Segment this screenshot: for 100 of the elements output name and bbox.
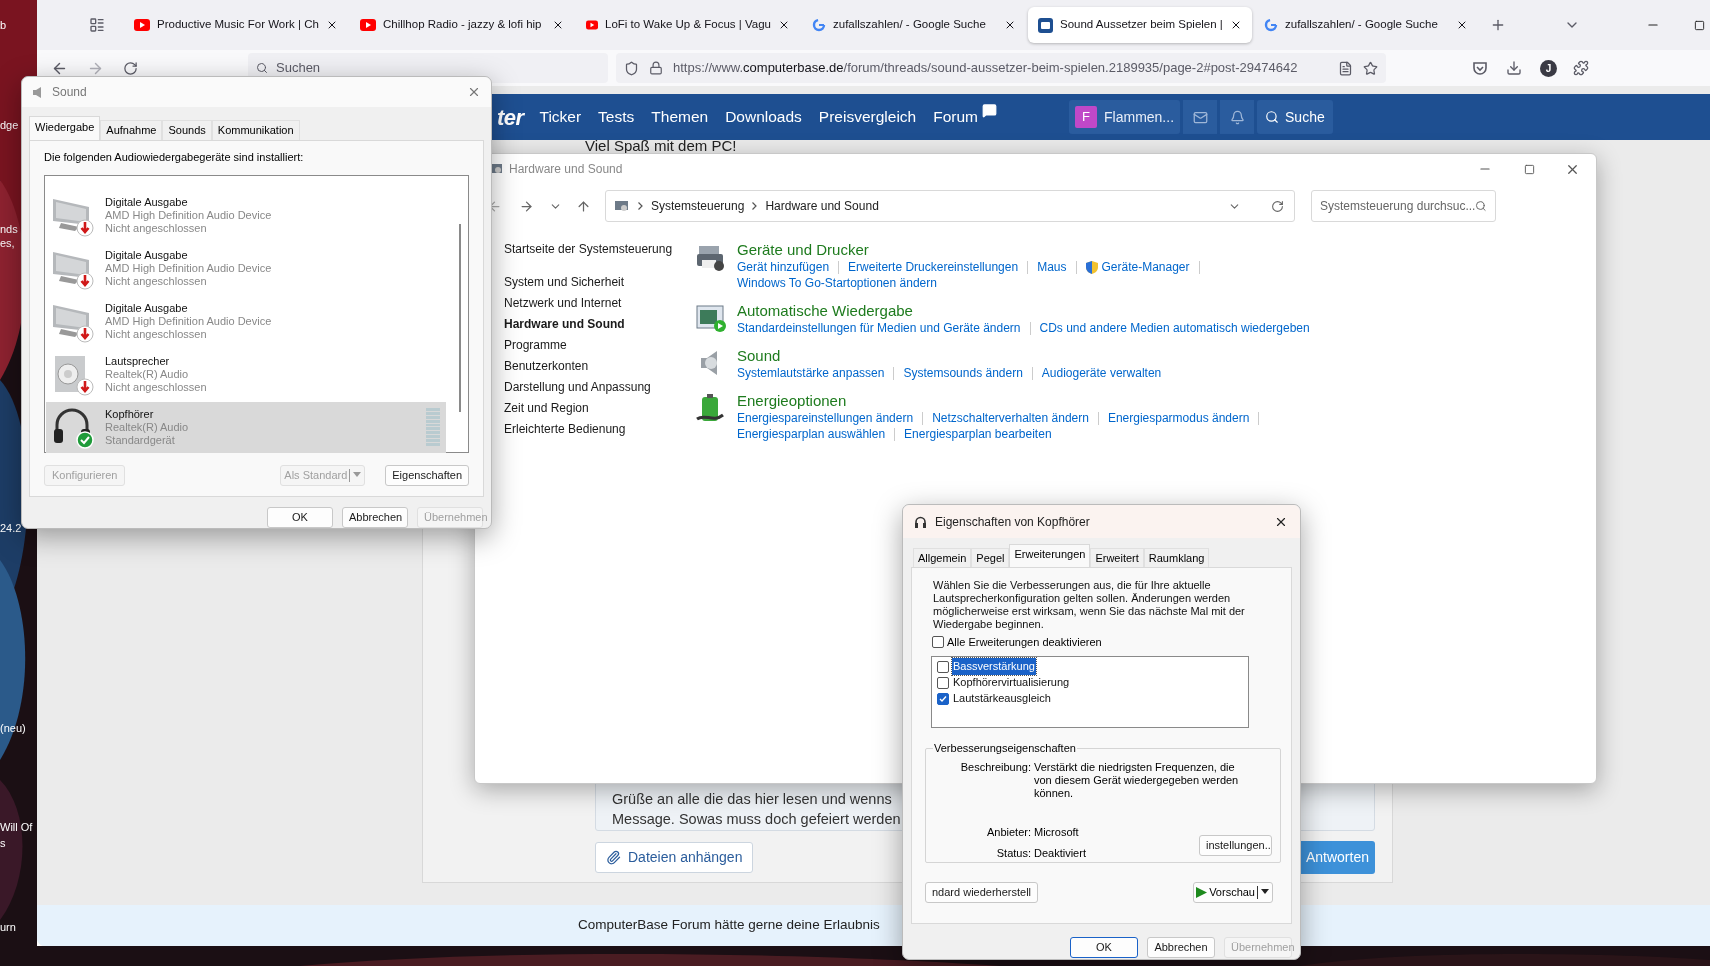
chat-icon[interactable] [982,102,997,118]
browser-tab[interactable]: Productive Music For Work | Ch [124,7,348,43]
enhancement-item[interactable]: Lautstärkeausgleich [952,690,1052,707]
close-icon[interactable] [1004,19,1016,31]
attach-files-button[interactable]: Dateien anhängen [595,842,754,873]
task-link[interactable]: Geräte-Manager [1085,259,1190,275]
checkbox-row[interactable]: Alle Erweiterungen deaktivieren [925,634,1278,651]
sidebar-item[interactable]: Programme [504,335,675,356]
search-icon[interactable] [1475,200,1487,212]
breadcrumb-item[interactable]: Hardware und Sound [765,197,879,215]
download-icon[interactable] [1506,60,1522,76]
dialog-tab[interactable]: Erweitert [1090,548,1144,567]
category-title[interactable]: Energieoptionen [737,391,847,410]
sidebar-link[interactable]: Startseite der Systemsteuerung [504,240,675,258]
category-title[interactable]: Automatische Wiedergabe [737,301,913,320]
site-search-button[interactable]: Suche [1257,100,1333,134]
category-title[interactable]: Geräte und Drucker [737,240,869,259]
reload-icon[interactable] [123,60,138,76]
restore-defaults-button[interactable]: ndard wiederherstell [925,881,1039,903]
task-link[interactable]: Energiesparmodus ändern [1107,410,1250,426]
checkbox[interactable] [932,636,944,649]
task-link[interactable]: CDs und andere Medien automatisch wiedergeben [1039,320,1310,336]
nav-link[interactable]: Tests [598,105,635,129]
task-link[interactable]: Audiogeräte verwalten [1041,365,1162,381]
search-field[interactable]: Systemsteuerung durchsuc... [1311,190,1496,222]
dialog-tab[interactable]: Wiedergabe [29,116,101,140]
device-row[interactable]: Digitale Ausgabe AMD High Definition Audio Device Nicht angeschlossen [46,242,446,294]
task-link[interactable]: Systemsounds ändern [903,365,1023,381]
dialog-tab[interactable]: Aufnahme [100,120,163,140]
refresh-icon[interactable] [1271,199,1284,213]
scrollbar-thumb[interactable] [459,223,461,412]
browser-tab[interactable]: zufallszahlen/ - Google Suche [802,7,1026,43]
task-link[interactable]: Energiespareinstellungen ändern [737,410,914,426]
up-icon[interactable] [576,198,591,214]
sidebar-item[interactable]: Zeit und Region [504,398,675,419]
new-tab-icon[interactable] [1490,17,1506,33]
nav-link[interactable]: Downloads [725,105,802,129]
alerts-button[interactable] [1220,100,1255,134]
sidebar-item[interactable]: Darstellung und Anpassung [504,377,675,398]
enhancement-item[interactable]: Bassverstärkung [952,658,1036,675]
dialog-button[interactable]: OK [267,507,333,528]
maximize-icon[interactable] [1694,19,1705,31]
checkbox[interactable] [937,676,949,689]
dialog-tab[interactable]: Pegel [971,548,1010,567]
dialog-button[interactable]: OK [1070,937,1138,958]
inbox-button[interactable] [1183,100,1218,134]
task-link[interactable]: Gerät hinzufügen [737,259,830,275]
category-title[interactable]: Sound [737,346,781,365]
browser-tab[interactable]: Chillhop Radio - jazzy & lofi hip [350,7,574,43]
device-row[interactable]: Lautsprecher Realtek(R) Audio Nicht angeschlossen [46,348,446,400]
site-logo[interactable]: ter [497,100,524,134]
maximize-icon[interactable] [1524,163,1535,175]
device-row[interactable]: Kopfhörer Realtek(R) Audio Standardgerät [46,401,446,453]
pocket-icon[interactable] [1472,60,1488,76]
extensions-icon[interactable] [1573,60,1589,76]
device-row[interactable]: Digitale Ausgabe AMD High Definition Audio Device Nicht angeschlossen [46,295,446,347]
sidebar-item[interactable]: System und Sicherheit [504,272,675,293]
dialog-tab[interactable]: Raumklang [1143,548,1210,567]
url-field[interactable]: https://www.computerbase.de/forum/threads/sound-aussetzer-beim-spielen.2189935/page-2#post-29474642 [616,53,1386,83]
settings-button[interactable]: instellungen.. [1199,834,1272,856]
dialog-tab[interactable]: Allgemein [913,548,972,567]
enhancement-item[interactable]: Kopfhörervirtualisierung [952,674,1071,691]
task-link[interactable]: Maus [1037,259,1067,275]
address-bar[interactable]: Systemsteuerung Hardware und Sound [605,190,1295,222]
task-link[interactable]: Netzschalterverhalten ändern [932,410,1089,426]
browser-tab[interactable]: Sound Aussetzer beim Spielen | [1028,7,1252,43]
browser-tab[interactable]: zufallszahlen/ - Google Suche [1254,7,1478,43]
dialog-tab[interactable]: Kommunikation [211,120,300,140]
dialog-tab[interactable]: Sounds [162,120,212,140]
nav-link[interactable]: Themen [651,105,709,129]
reader-view-icon[interactable] [1338,60,1353,76]
task-link[interactable]: Energiesparplan auswählen [737,426,886,442]
user-menu[interactable]: F Flammen... [1069,100,1181,134]
task-link[interactable]: Systemlautstärke anpassen [737,365,885,381]
checkbox[interactable] [937,660,949,673]
breadcrumb-item[interactable]: Systemsteuerung [651,197,745,215]
close-icon[interactable] [778,19,790,31]
close-icon[interactable] [326,19,338,31]
bookmark-star-icon[interactable] [1363,60,1378,76]
properties-button[interactable]: Eigenschaften [385,464,469,486]
checkbox[interactable] [937,692,949,705]
sidebar-item[interactable]: Hardware und Sound [504,314,675,335]
nav-link[interactable]: Preisvergleich [818,105,917,129]
dialog-button[interactable]: Abbrechen [1147,937,1215,958]
task-link[interactable]: Erweiterte Druckereinstellungen [848,259,1019,275]
dialog-button[interactable]: Abbrechen [342,507,408,528]
sidebar-item[interactable]: Benutzerkonten [504,356,675,377]
account-avatar[interactable]: J [1540,59,1557,77]
forward-icon[interactable] [519,198,534,214]
close-icon[interactable] [1456,19,1468,31]
lock-icon[interactable] [649,61,663,75]
task-link[interactable]: Standardeinstellungen für Medien und Geräte ändern [737,320,1021,336]
nav-link[interactable]: Forum [933,105,978,129]
preview-button[interactable]: Vorschau [1193,881,1273,903]
sidebar-item[interactable]: Erleichterte Bedienung [504,419,675,440]
close-icon[interactable] [552,19,564,31]
close-icon[interactable] [1230,19,1242,31]
sidebar-item[interactable]: Netzwerk und Internet [504,293,675,314]
nav-link[interactable]: Ticker [539,105,582,129]
shield-icon[interactable] [624,60,639,76]
